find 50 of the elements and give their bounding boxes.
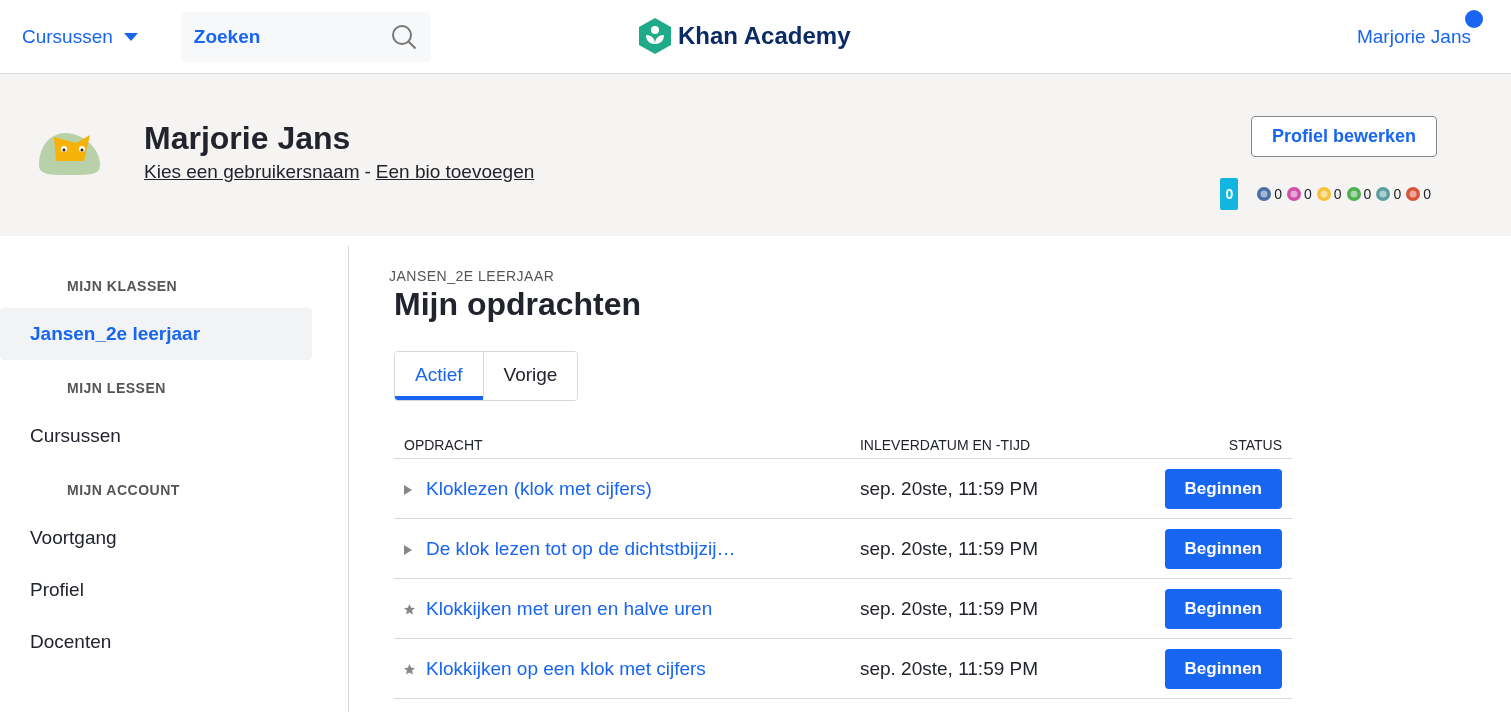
caret-icon	[122, 31, 139, 42]
badge-count: 0	[1274, 186, 1282, 202]
separator: -	[364, 160, 371, 183]
play-icon	[404, 544, 412, 555]
courses-menu[interactable]: Cursussen	[22, 25, 139, 48]
bio-link[interactable]: Een bio toevoegen	[375, 160, 535, 183]
assignment-link[interactable]: De klok lezen tot op de dichtstbijzij…	[426, 537, 736, 559]
start-button[interactable]: Beginnen	[1164, 528, 1282, 569]
user-menu[interactable]: Marjorie Jans	[1356, 25, 1471, 48]
search-icon	[390, 23, 417, 50]
logo-icon	[638, 18, 672, 54]
tab[interactable]: Actief	[395, 352, 483, 400]
page-title: Mijn opdrachten	[394, 286, 643, 323]
class-label: JANSEN_2E LEERJAAR	[389, 268, 556, 284]
sidebar-item[interactable]: Voortgang	[0, 512, 312, 564]
column-header: OPDRACHT	[394, 429, 850, 459]
sidebar-heading: MIJN LESSEN	[66, 380, 167, 396]
username-link[interactable]: Kies een gebruikersnaam	[144, 160, 360, 183]
profile-name: Marjorie Jans	[144, 119, 352, 157]
column-header: INLEVERDATUM EN -TIJD	[849, 429, 1111, 459]
tab[interactable]: Vorige	[482, 352, 578, 400]
assignment-link[interactable]: Klokkijken met uren en halve uren	[426, 597, 713, 619]
sidebar-item[interactable]: Docenten	[0, 616, 312, 668]
assignment-link[interactable]: Klokkijken op een klok met cijfers	[426, 657, 706, 679]
logo-text: Khan Academy	[678, 22, 851, 50]
due-date-cell: sep. 20ste, 11:59 PM	[849, 578, 1111, 639]
sidebar-heading: MIJN ACCOUNT	[66, 482, 181, 498]
star-icon	[404, 603, 415, 615]
badge-count: 0	[1423, 186, 1431, 202]
energy-points: 0	[1220, 178, 1239, 210]
due-date-cell: sep. 20ste, 11:59 PM	[849, 638, 1111, 699]
due-date-cell: sep. 20ste, 11:59 PM	[849, 518, 1111, 579]
sidebar-item[interactable]: Cursussen	[0, 410, 312, 462]
assignment-link[interactable]: Kloklezen (klok met cijfers)	[426, 477, 652, 499]
start-button[interactable]: Beginnen	[1164, 588, 1282, 629]
column-header: STATUS	[1110, 429, 1292, 459]
start-button[interactable]: Beginnen	[1164, 648, 1282, 689]
badge-count: 0	[1393, 186, 1402, 202]
sidebar-item[interactable]: Jansen_2e leerjaar	[0, 308, 312, 360]
badge-count: 0	[1333, 186, 1342, 202]
edit-profile-button[interactable]: Profiel bewerken	[1250, 116, 1437, 157]
start-button[interactable]: Beginnen	[1164, 468, 1282, 509]
search-field[interactable]: Zoeken	[180, 11, 431, 62]
sidebar-heading: MIJN KLASSEN	[66, 278, 179, 294]
star-icon	[404, 663, 415, 675]
badge-count: 0	[1363, 186, 1372, 202]
sidebar-item[interactable]: Profiel	[0, 564, 312, 616]
badge-count: 0	[1304, 186, 1312, 202]
due-date-cell: sep. 20ste, 11:59 PM	[849, 458, 1111, 519]
play-icon	[404, 484, 412, 495]
